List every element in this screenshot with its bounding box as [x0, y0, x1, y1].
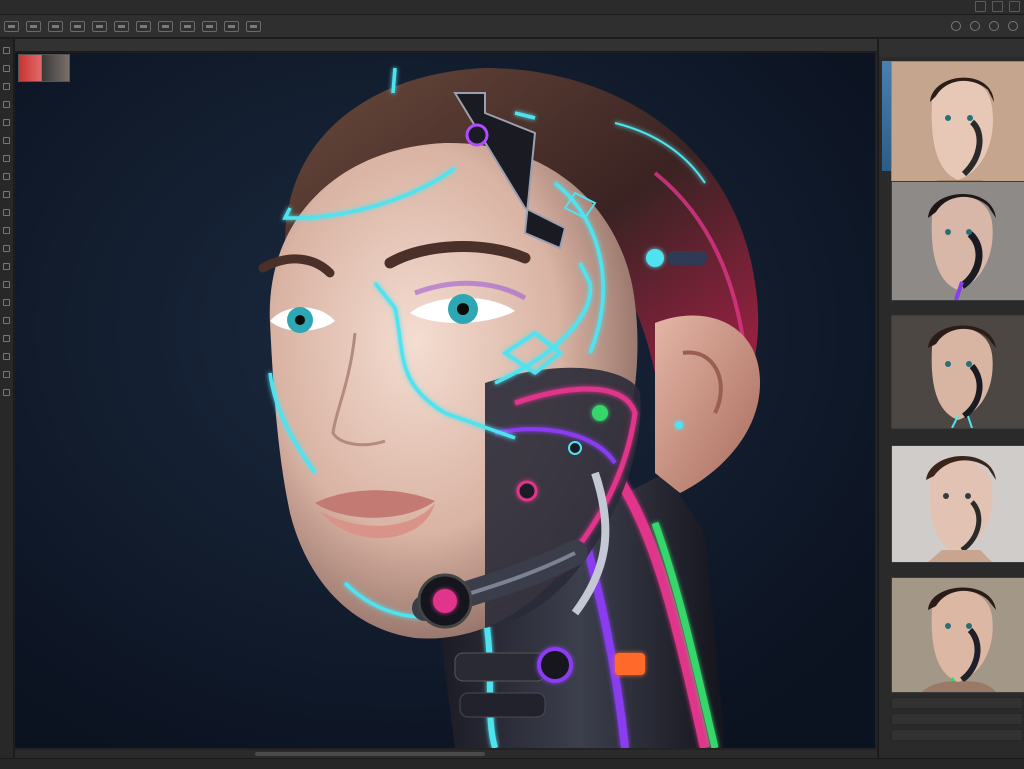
stamp-tool-icon[interactable]: [3, 191, 10, 198]
panel-title: [879, 39, 1024, 57]
history-brush-tool-icon[interactable]: [3, 209, 10, 216]
window-controls: [975, 1, 1020, 12]
shape-tool-icon[interactable]: [3, 353, 10, 360]
marquee-tool-icon[interactable]: [3, 65, 10, 72]
portrait-thumbnail-2: [892, 182, 1024, 300]
settings-icon[interactable]: [951, 21, 961, 31]
cyborg-portrait-artwork: [15, 53, 875, 748]
search-icon[interactable]: [970, 21, 980, 31]
crop-tool-icon[interactable]: [3, 119, 10, 126]
save-button[interactable]: [70, 20, 85, 32]
portrait-thumbnail-1: [892, 62, 1024, 192]
wand-tool-icon[interactable]: [3, 101, 10, 108]
status-bar: [0, 758, 1024, 769]
healing-tool-icon[interactable]: [3, 155, 10, 162]
thumbnail-item[interactable]: [891, 61, 1024, 193]
maximize-icon[interactable]: [992, 1, 1003, 12]
open-button[interactable]: [48, 20, 63, 32]
layer-row[interactable]: [891, 729, 1023, 741]
hand-button[interactable]: [224, 20, 239, 32]
navigator-swatch[interactable]: [18, 54, 70, 82]
lasso-tool-icon[interactable]: [3, 83, 10, 90]
gradient-tool-icon[interactable]: [3, 245, 10, 252]
minimize-icon[interactable]: [975, 1, 986, 12]
dodge-tool-icon[interactable]: [3, 281, 10, 288]
portrait-thumbnail-5: [892, 578, 1024, 692]
close-icon[interactable]: [1009, 1, 1020, 12]
path-select-tool-icon[interactable]: [3, 335, 10, 342]
layer-row[interactable]: [891, 697, 1023, 709]
thumbnail-item[interactable]: [891, 577, 1024, 693]
brush-tool-icon[interactable]: [3, 173, 10, 180]
canvas-area[interactable]: [15, 53, 877, 750]
layer-row[interactable]: [891, 713, 1023, 725]
type-tool-icon[interactable]: [3, 317, 10, 324]
hand-tool-icon[interactable]: [3, 371, 10, 378]
toolbar-right-group: [951, 21, 1018, 31]
thumbnail-item[interactable]: [891, 445, 1024, 563]
tools-panel: [0, 39, 14, 768]
variations-panel: [878, 39, 1024, 758]
menu-bar: [0, 0, 1024, 15]
zoom-tool-icon[interactable]: [3, 389, 10, 396]
scrollbar-thumb[interactable]: [255, 752, 485, 756]
thumbnail-item[interactable]: [891, 181, 1024, 301]
pen-tool-icon[interactable]: [3, 299, 10, 306]
document-tab[interactable]: [15, 39, 877, 52]
move-button[interactable]: [114, 20, 129, 32]
user-icon[interactable]: [1008, 21, 1018, 31]
transform-button[interactable]: [136, 20, 151, 32]
new-button[interactable]: [26, 20, 41, 32]
thumbnail-item[interactable]: [891, 315, 1024, 429]
crop-button[interactable]: [92, 20, 107, 32]
eraser-tool-icon[interactable]: [3, 227, 10, 234]
rotate-button[interactable]: [246, 20, 261, 32]
brush-button[interactable]: [158, 20, 173, 32]
eraser-button[interactable]: [180, 20, 195, 32]
blur-tool-icon[interactable]: [3, 263, 10, 270]
tool-preset-button[interactable]: [4, 20, 19, 32]
eyedropper-tool-icon[interactable]: [3, 137, 10, 144]
move-tool-icon[interactable]: [3, 47, 10, 54]
share-icon[interactable]: [989, 21, 999, 31]
zoom-button[interactable]: [202, 20, 217, 32]
portrait-thumbnail-4: [892, 446, 1024, 562]
options-toolbar: [0, 15, 1024, 38]
horizontal-scrollbar[interactable]: [15, 750, 877, 758]
portrait-thumbnail-3: [892, 316, 1024, 428]
